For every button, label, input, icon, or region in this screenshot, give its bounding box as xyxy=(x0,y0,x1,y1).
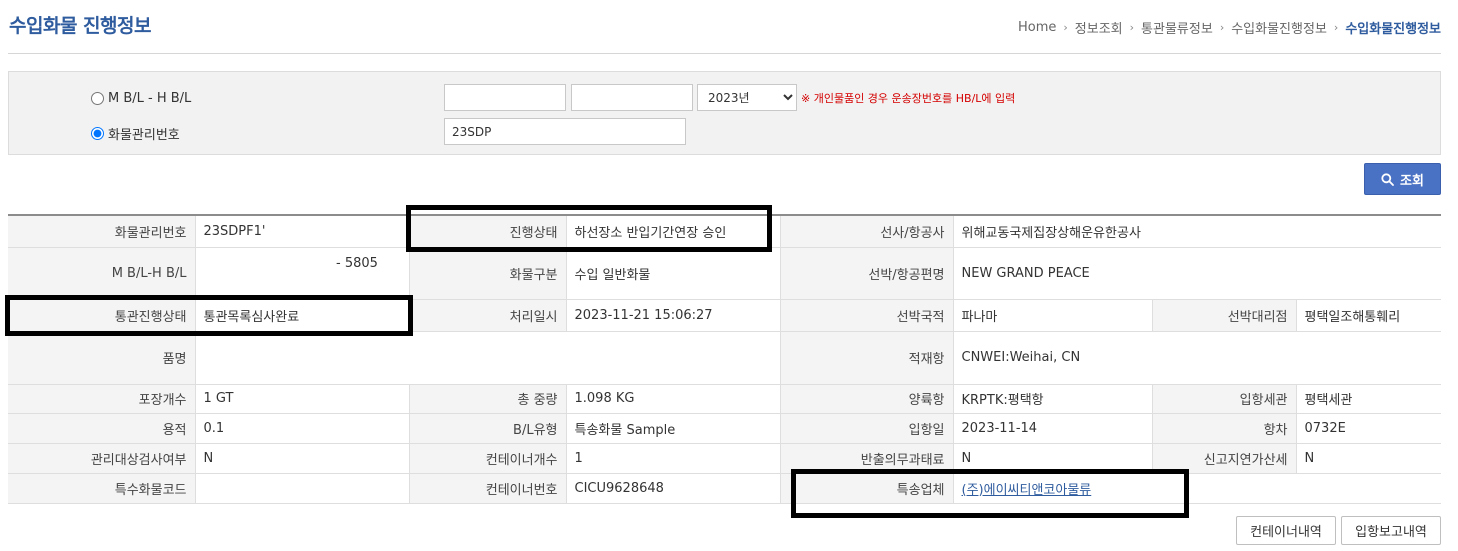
chevron-right-icon: › xyxy=(1129,21,1135,34)
container-list-button[interactable]: 컨테이너내역 xyxy=(1236,516,1336,545)
value-inspection-target: N xyxy=(194,443,409,474)
label-customs-status: 통관진행상태 xyxy=(8,299,195,332)
value-volume: 0.1 xyxy=(194,413,409,444)
label-loading-port: 적재항 xyxy=(779,331,953,385)
value-total-weight: 1.098 KG xyxy=(565,384,780,414)
label-late-report-surcharge: 신고지연가산세 xyxy=(1151,443,1296,474)
value-package-count: 1 GT xyxy=(194,384,409,414)
entry-report-button[interactable]: 입항보고내역 xyxy=(1341,516,1441,545)
value-vessel-nationality: 파나마 xyxy=(952,299,1152,332)
value-loading-port: CNWEI:Weihai, CN xyxy=(952,331,1442,385)
label-package-count: 포장개수 xyxy=(8,384,195,414)
label-mbl-hbl: M B/L-H B/L xyxy=(8,247,195,300)
value-customs-status: 통관목록심사완료 xyxy=(194,299,409,332)
page-title: 수입화물 진행정보 xyxy=(9,15,151,37)
label-voyage: 항차 xyxy=(1151,413,1296,444)
breadcrumb: Home › 정보조회 › 통관물류정보 › 수입화물진행정보 › 수입화물진행… xyxy=(1018,18,1441,37)
label-container-number: 컨테이너번호 xyxy=(408,473,566,504)
table-row: 용적 0.1 B/L유형 특송화물 Sample 입항일 2023-11-14 … xyxy=(8,413,1442,444)
value-mbl-hbl-text: - 5805 xyxy=(336,255,378,271)
label-total-weight: 총 중량 xyxy=(408,384,566,414)
breadcrumb-current: 수입화물진행정보 xyxy=(1345,22,1441,37)
value-progress-status: 하선장소 반입기간연장 승인 xyxy=(565,215,780,248)
chevron-right-icon: › xyxy=(1219,21,1225,34)
search-panel: M B/L - H B/L 화물관리번호 2023년 ※ 개인물품인 경우 운송… xyxy=(8,71,1441,155)
value-voyage: 0732E xyxy=(1295,413,1442,444)
value-late-report-surcharge: N xyxy=(1295,443,1442,474)
label-volume: 용적 xyxy=(8,413,195,444)
label-progress-status: 진행상태 xyxy=(408,215,566,248)
label-item-name: 품명 xyxy=(8,331,195,385)
search-button-label: 조회 xyxy=(1400,173,1424,189)
radio-mbl-hbl-input[interactable] xyxy=(91,92,104,105)
value-entry-customs: 평택세관 xyxy=(1295,384,1442,414)
breadcrumb-home[interactable]: Home xyxy=(1018,20,1056,35)
year-select[interactable]: 2023년 xyxy=(697,84,797,111)
label-inspection-target: 관리대상검사여부 xyxy=(8,443,195,474)
value-cargo-type: 수입 일반화물 xyxy=(565,247,780,300)
value-release-penalty: N xyxy=(952,443,1152,474)
table-row: 포장개수 1 GT 총 중량 1.098 KG 양륙항 KRPTK:평택항 입항… xyxy=(8,384,1442,414)
radio-cargo-number[interactable]: 화물관리번호 xyxy=(91,124,180,143)
value-unloading-port: KRPTK:평택항 xyxy=(952,384,1152,414)
value-cargo-number: 23SDPF1' xyxy=(194,215,409,248)
table-row: 관리대상검사여부 N 컨테이너개수 1 반출의무과태료 N 신고지연가산세 N xyxy=(8,443,1442,474)
value-entry-date: 2023-11-14 xyxy=(952,413,1152,444)
table-row: 특수화물코드 컨테이너번호 CICU9628648 특송업체 (주)에이씨티앤코… xyxy=(8,473,1442,504)
value-processed-at: 2023-11-21 15:06:27 xyxy=(565,299,780,332)
label-entry-customs: 입항세관 xyxy=(1151,384,1296,414)
search-button[interactable]: 조회 xyxy=(1364,163,1441,195)
cargo-number-input[interactable] xyxy=(444,118,686,145)
value-express-company: (주)에이씨티앤코아물류 xyxy=(952,473,1442,504)
breadcrumb-info-inquiry[interactable]: 정보조회 xyxy=(1075,18,1123,37)
label-cargo-number: 화물관리번호 xyxy=(8,215,195,248)
radio-cargo-number-label: 화물관리번호 xyxy=(108,128,180,143)
label-bl-type: B/L유형 xyxy=(408,413,566,444)
chevron-right-icon: › xyxy=(1063,21,1068,34)
table-row: 통관진행상태 통관목록심사완료 처리일시 2023-11-21 15:06:27… xyxy=(8,299,1442,332)
value-container-count: 1 xyxy=(565,443,780,474)
label-vessel-nationality: 선박국적 xyxy=(779,299,953,332)
chevron-right-icon: › xyxy=(1333,21,1339,34)
value-container-number: CICU9628648 xyxy=(565,473,780,504)
value-item-name xyxy=(194,331,780,385)
table-row: M B/L-H B/L - 5805 화물구분 수입 일반화물 선박/항공편명 … xyxy=(8,247,1442,300)
value-special-cargo-code xyxy=(194,473,409,504)
value-carrier: 위해교동국제집장상해운유한공사 xyxy=(952,215,1442,248)
label-express-company: 특송업체 xyxy=(779,473,953,504)
label-vessel-agent: 선박대리점 xyxy=(1151,299,1296,332)
title-divider xyxy=(8,53,1441,54)
hbl-input[interactable] xyxy=(571,84,693,111)
label-release-penalty: 반출의무과태료 xyxy=(779,443,953,474)
search-icon xyxy=(1381,172,1394,186)
label-processed-at: 처리일시 xyxy=(408,299,566,332)
table-row: 화물관리번호 23SDPF1' 진행상태 하선장소 반입기간연장 승인 선사/항… xyxy=(8,215,1442,248)
value-vessel-flight: NEW GRAND PEACE xyxy=(952,247,1442,300)
label-unloading-port: 양륙항 xyxy=(779,384,953,414)
value-mbl-hbl: - 5805 xyxy=(194,247,409,300)
radio-mbl-hbl[interactable]: M B/L - H B/L xyxy=(91,91,191,106)
label-carrier: 선사/항공사 xyxy=(779,215,953,248)
cargo-info-table: 화물관리번호 23SDPF1' 진행상태 하선장소 반입기간연장 승인 선사/항… xyxy=(8,214,1442,504)
label-vessel-flight: 선박/항공편명 xyxy=(779,247,953,300)
label-special-cargo-code: 특수화물코드 xyxy=(8,473,195,504)
label-cargo-type: 화물구분 xyxy=(408,247,566,300)
value-vessel-agent: 평택일조해통훼리 xyxy=(1295,299,1442,332)
notice-text: ※ 개인물품인 경우 운송장번호를 HB/L에 입력 xyxy=(801,92,1016,105)
label-container-count: 컨테이너개수 xyxy=(408,443,566,474)
table-row: 품명 적재항 CNWEI:Weihai, CN xyxy=(8,331,1442,385)
value-bl-type: 특송화물 Sample xyxy=(565,413,780,444)
radio-cargo-number-input[interactable] xyxy=(91,127,104,140)
radio-mbl-hbl-label: M B/L - H B/L xyxy=(108,91,192,106)
label-entry-date: 입항일 xyxy=(779,413,953,444)
breadcrumb-customs-logistics[interactable]: 통관물류정보 xyxy=(1141,18,1213,37)
breadcrumb-import-cargo-progress[interactable]: 수입화물진행정보 xyxy=(1231,18,1327,37)
express-company-link[interactable]: (주)에이씨티앤코아물류 xyxy=(962,483,1092,498)
mbl-input[interactable] xyxy=(444,84,566,111)
